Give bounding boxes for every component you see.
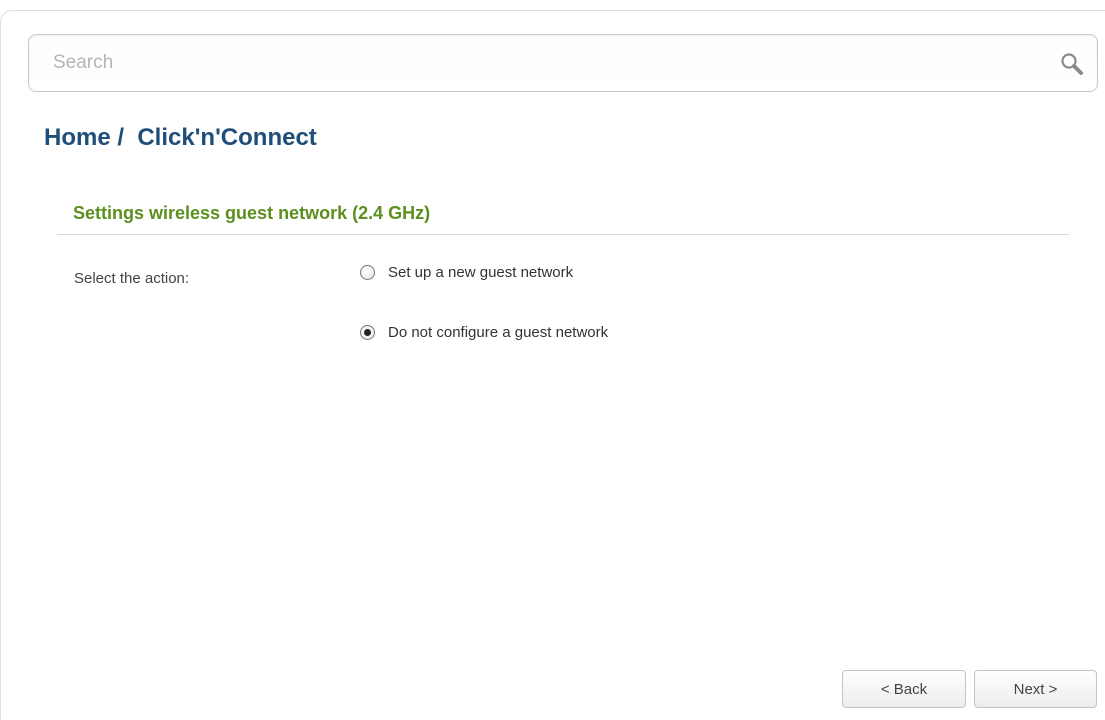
breadcrumb: Home / Click'n'Connect <box>44 124 317 151</box>
section-title: Settings wireless guest network (2.4 GHz… <box>73 203 431 223</box>
panel-border-corner <box>0 10 14 24</box>
search-icon[interactable] <box>1059 51 1085 77</box>
radio-skip-guest-network[interactable] <box>360 324 375 340</box>
section-divider <box>57 234 1069 235</box>
wizard-panel: Home / Click'n'Connect Settings wireless… <box>0 0 1105 720</box>
option-setup-guest-network[interactable]: Set up a new guest network <box>360 262 573 282</box>
option-skip-guest-network[interactable]: Do not configure a guest network <box>360 322 608 342</box>
radio-setup-guest-network[interactable] <box>360 264 375 280</box>
option-label: Set up a new guest network <box>388 263 574 281</box>
option-label: Do not configure a guest network <box>388 323 609 341</box>
back-button[interactable]: < Back <box>842 670 966 708</box>
panel-border-top <box>12 10 1105 11</box>
search-input[interactable] <box>53 35 1013 91</box>
search-box <box>28 34 1098 92</box>
panel-border-left <box>0 22 1 720</box>
action-label: Select the action: <box>74 270 190 287</box>
next-button[interactable]: Next > <box>974 670 1097 708</box>
